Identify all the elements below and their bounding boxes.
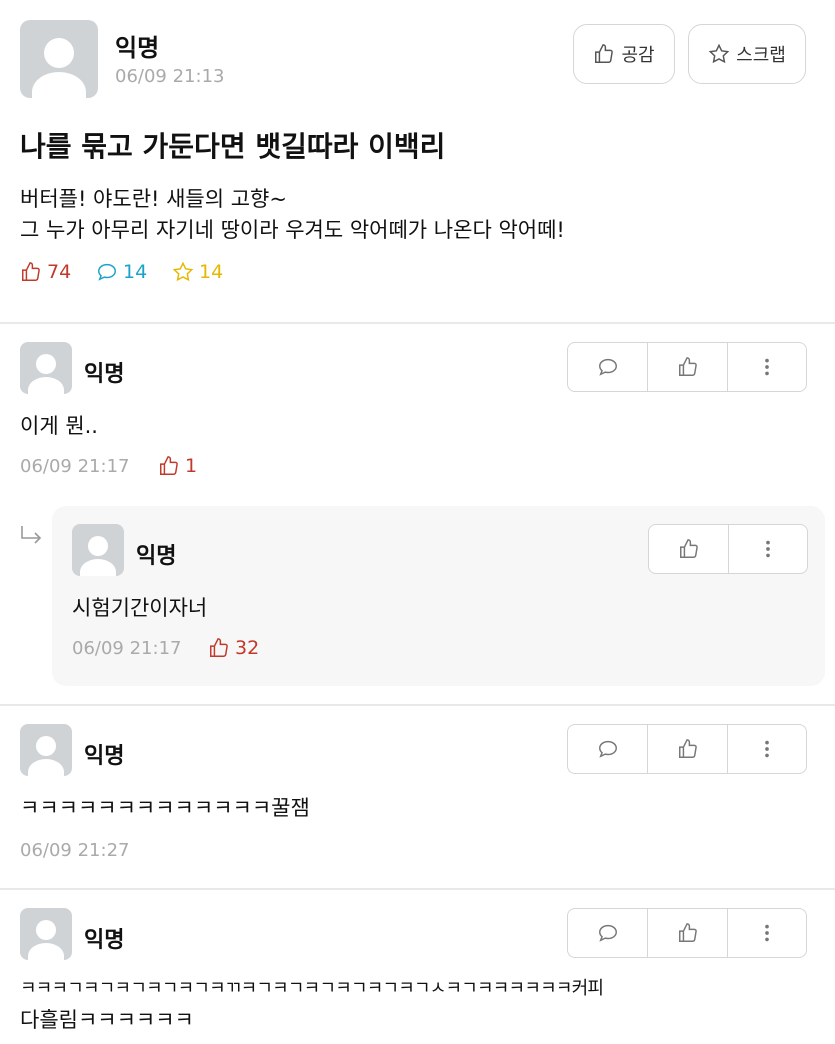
comment-like-button[interactable] [647,725,726,773]
star-icon [708,43,730,64]
speech-bubble-icon [598,358,617,376]
more-button[interactable] [728,525,807,573]
avatar [20,908,72,960]
thumbs-up-icon [678,357,697,376]
divider [0,888,835,890]
divider [0,322,835,324]
scrap-button[interactable]: 스크랩 [688,24,806,84]
comment-text-line1: ㅋㅋㅋㄱㅋㄱㅋㄱㅋㄱㅋㄱㅋㄲㅋㄱㅋㄱㅋㄱㅋㄱㅋㄱㅋㄱㅅㅋㄱㅋㅋㅋㅋㅋㅋ커피 [20,978,604,999]
post-comment-count: 14 [96,261,147,283]
comment-author: 익명 [84,928,125,953]
reply-text: 시험기간이자너 [72,596,208,620]
like-button[interactable]: 공감 [573,24,675,84]
more-button[interactable] [726,725,806,773]
comment-text: ㅋㅋㅋㅋㅋㅋㅋㅋㅋㅋㅋㅋㅋ꿀잼 [20,796,310,820]
avatar [20,724,72,776]
comment-actions [567,908,807,958]
comment-text: 이게 뭔.. [20,414,98,438]
reply-time: 06/09 21:17 [72,638,182,659]
speech-bubble-icon [598,740,617,758]
avatar [72,524,124,576]
comment-like-count: 1 [158,455,197,477]
speech-bubble-icon [598,924,617,942]
reply-button[interactable] [568,909,647,957]
comment-time: 06/09 21:27 [20,840,130,861]
reply-actions [648,524,808,574]
thumbs-up-icon [160,456,178,475]
more-vertical-icon [765,358,769,376]
thumbs-up-icon [595,44,614,63]
comment-like-button[interactable] [647,909,726,957]
more-vertical-icon [766,540,770,558]
thumbs-up-icon [678,739,697,758]
comment-author: 익명 [84,744,125,769]
avatar [20,342,72,394]
comment-actions [567,342,807,392]
reply-author: 익명 [136,544,177,569]
comment-like-button[interactable] [647,343,726,391]
comment-text-line2: 다흘림ㅋㅋㅋㅋㅋㅋ [20,1008,194,1032]
more-vertical-icon [765,924,769,942]
post-like-count: 74 [20,261,71,283]
more-button[interactable] [726,343,806,391]
post-title: 나를 묶고 가둔다면 뱃길따라 이백리 [20,130,446,163]
avatar [20,20,98,98]
reply-like-count: 32 [208,637,259,659]
post-author: 익명 [115,34,160,62]
more-button[interactable] [726,909,806,957]
reply-button[interactable] [568,343,647,391]
reply-arrow-icon [21,526,42,544]
thumbs-up-icon [679,539,698,558]
more-vertical-icon [765,740,769,758]
scrap-button-label: 스크랩 [736,45,786,66]
reply-button[interactable] [568,725,647,773]
thumbs-up-icon [678,923,697,942]
post-time: 06/09 21:13 [115,66,225,87]
like-button-label: 공감 [621,45,655,66]
post-body-line1: 버터플! 야도란! 새들의 고향~ [20,187,287,211]
speech-bubble-icon [98,263,116,281]
comment-author: 익명 [84,362,125,387]
comment-time: 06/09 21:17 [20,456,130,477]
divider [0,704,835,706]
thumbs-up-icon [210,638,228,657]
star-icon [172,261,194,282]
comment-actions [567,724,807,774]
reply-like-button[interactable] [649,525,728,573]
post-body-line2: 그 누가 아무리 자기네 땅이라 우겨도 악어떼가 나온다 악어떼! [20,218,565,242]
thumbs-up-icon [22,262,40,281]
post-scrap-count: 14 [172,261,223,283]
